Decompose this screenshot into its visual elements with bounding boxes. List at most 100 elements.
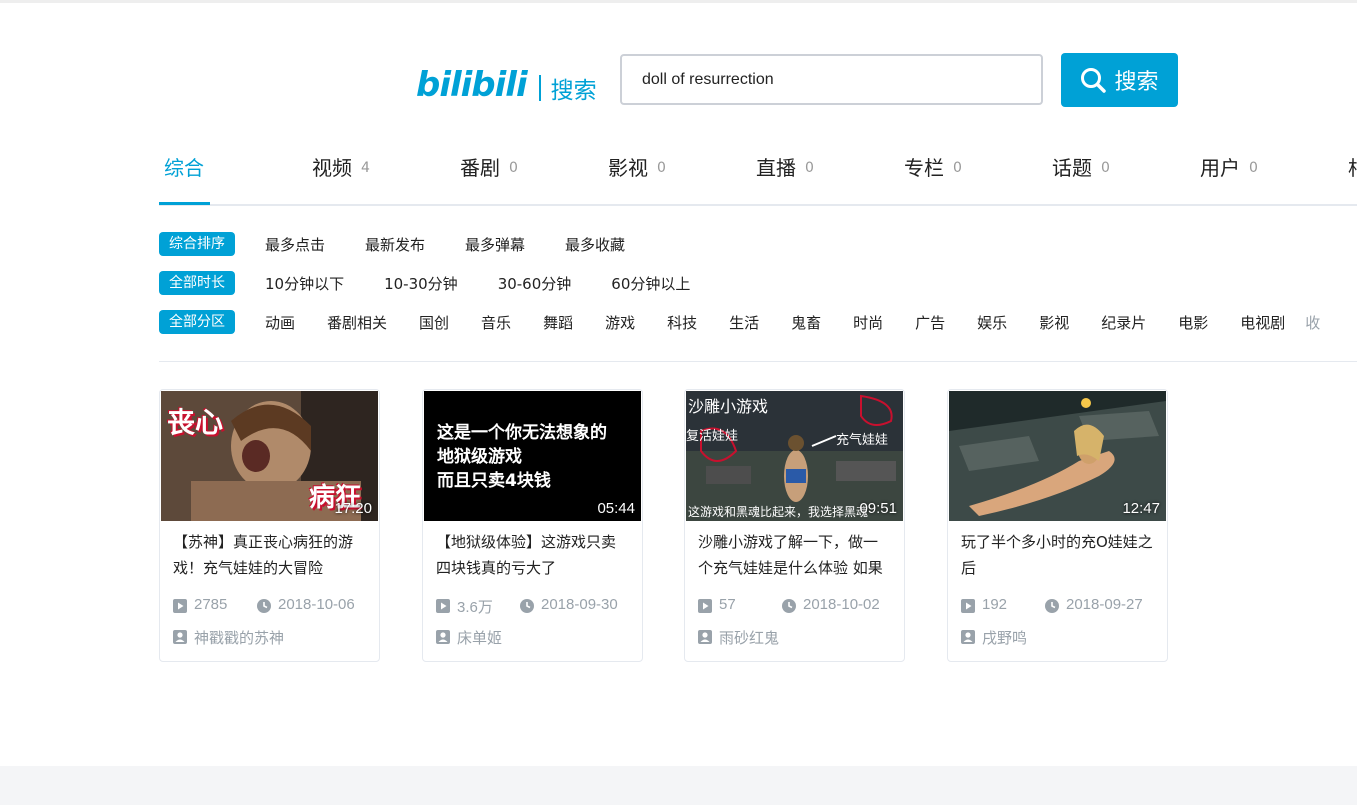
thumbnail-caption: 复活娃娃 [686, 429, 739, 444]
top-border [0, 0, 1357, 3]
tab-label: 综合 [164, 156, 204, 180]
video-title[interactable]: 沙雕小游戏了解一下，做一个充气娃娃是什么体验 如果 [698, 529, 891, 581]
zone-option[interactable]: 舞蹈 [543, 312, 573, 333]
zone-filter-row: 全部分区 动画 番剧相关 国创 音乐 舞蹈 游戏 科技 生活 鬼畜 时尚 广告 … [159, 310, 1357, 334]
tab-album[interactable]: 相 [1348, 152, 1357, 206]
video-duration: 17:20 [334, 500, 372, 517]
tab-live[interactable]: 直播 0 [756, 152, 814, 206]
tab-count: 0 [953, 160, 962, 176]
video-title[interactable]: 【地狱级体验】这游戏只卖四块钱真的亏大了 [436, 529, 629, 581]
tab-video[interactable]: 视频 4 [312, 152, 370, 206]
zone-option[interactable]: 电影 [1178, 312, 1208, 333]
sort-filter-row: 综合排序 最多点击 最新发布 最多弹幕 最多收藏 [159, 232, 625, 256]
search-button[interactable]: 搜索 [1061, 53, 1178, 107]
zone-option[interactable]: 科技 [667, 312, 697, 333]
tab-all[interactable]: 综合 [164, 152, 204, 206]
play-count-icon [698, 599, 712, 613]
uploader-name: 戌野鸣 [982, 629, 1028, 647]
search-button-label: 搜索 [1114, 70, 1159, 95]
tab-user[interactable]: 用户 0 [1200, 152, 1258, 206]
video-title[interactable]: 【苏神】真正丧心病狂的游戏！充气娃娃的大冒险 [173, 529, 366, 581]
uploader[interactable]: 床单姬 [436, 627, 636, 647]
tab-label: 话题 [1052, 156, 1092, 180]
zone-option[interactable]: 动画 [265, 312, 295, 333]
zone-option[interactable]: 鬼畜 [791, 312, 821, 333]
video-card[interactable]: 沙雕小游戏 复活娃娃 充气娃娃 这游戏和黑魂比起来，我选择黑魂 09:51 沙雕… [684, 389, 905, 662]
logo-wordmark: bilibili [416, 65, 528, 105]
sort-option[interactable]: 最多弹幕 [465, 234, 525, 255]
tab-topic[interactable]: 话题 0 [1052, 152, 1110, 206]
play-count: 192 [982, 596, 1008, 613]
upload-date: 2018-10-06 [278, 596, 355, 613]
tab-count: 0 [1249, 160, 1258, 176]
result-tabs: 综合 视频 4 番剧 0 影视 0 直播 0 专栏 0 话题 0 用户 0 相 [159, 140, 1357, 206]
video-card[interactable]: 这是一个你无法想象的 地狱级游戏 而且只卖4块钱 05:44 【地狱级体验】这游… [422, 389, 643, 662]
duration-option[interactable]: 30-60分钟 [498, 273, 572, 294]
tab-article[interactable]: 专栏 0 [904, 152, 962, 206]
play-count-icon [173, 599, 187, 613]
thumbnail-caption: 沙雕小游戏 [688, 397, 769, 416]
video-meta: 3.6万 2018-09-30 [436, 596, 636, 616]
zone-option[interactable]: 影视 [1039, 312, 1069, 333]
zone-option[interactable]: 音乐 [481, 312, 511, 333]
logo-subtitle: 搜索 [550, 78, 597, 104]
tab-film-tv[interactable]: 影视 0 [608, 152, 666, 206]
uploader-name: 雨砂红鬼 [719, 629, 780, 647]
sort-option[interactable]: 最新发布 [365, 234, 425, 255]
tab-label: 视频 [312, 156, 352, 180]
play-count: 57 [719, 596, 736, 613]
zone-option[interactable]: 时尚 [853, 312, 883, 333]
clock-icon [257, 599, 271, 613]
duration-option[interactable]: 10-30分钟 [384, 273, 458, 294]
upload-date: 2018-09-27 [1066, 596, 1143, 613]
zone-option[interactable]: 游戏 [605, 312, 635, 333]
zone-chip-all[interactable]: 全部分区 [159, 310, 235, 334]
zone-option[interactable]: 纪录片 [1101, 312, 1146, 333]
zone-option[interactable]: 国创 [419, 312, 449, 333]
video-card[interactable]: 丧心 病狂 17:20 【苏神】真正丧心病狂的游戏！充气娃娃的大冒险 2785 … [159, 389, 380, 662]
search-box[interactable] [620, 54, 1043, 105]
tab-label: 相 [1348, 152, 1357, 184]
zone-option[interactable]: 娱乐 [977, 312, 1007, 333]
thumbnail-caption: 地狱级游戏 [437, 447, 522, 467]
page-footer [0, 766, 1357, 805]
video-duration: 09:51 [859, 500, 897, 517]
tab-count: 0 [805, 160, 814, 176]
zone-collapse-toggle[interactable]: 收 [1305, 312, 1320, 333]
sort-chip-default[interactable]: 综合排序 [159, 232, 235, 256]
zone-option[interactable]: 番剧相关 [327, 312, 387, 333]
search-input[interactable] [622, 56, 1041, 103]
video-card[interactable]: 12:47 玩了半个多小时的充O娃娃之后 192 2018-09-27 戌野鸣 [947, 389, 1168, 662]
uploader[interactable]: 戌野鸣 [961, 627, 1161, 647]
duration-option[interactable]: 60分钟以上 [611, 273, 690, 294]
video-thumbnail[interactable]: 12:47 [949, 391, 1166, 521]
duration-chip-all[interactable]: 全部时长 [159, 271, 235, 295]
tab-bangumi[interactable]: 番剧 0 [460, 152, 518, 206]
clock-icon [1045, 599, 1059, 613]
sort-option[interactable]: 最多收藏 [565, 234, 625, 255]
user-icon [698, 630, 712, 644]
clock-icon [520, 599, 534, 613]
video-thumbnail[interactable]: 这是一个你无法想象的 地狱级游戏 而且只卖4块钱 05:44 [424, 391, 641, 521]
sort-option[interactable]: 最多点击 [265, 234, 325, 255]
duration-option[interactable]: 10分钟以下 [265, 273, 344, 294]
uploader[interactable]: 雨砂红鬼 [698, 627, 898, 647]
video-meta: 2785 2018-10-06 [173, 596, 373, 616]
thumbnail-caption: 丧心 [167, 406, 224, 439]
tab-count: 4 [361, 160, 370, 176]
uploader[interactable]: 神戳戳的苏神 [173, 627, 373, 647]
duration-filter-row: 全部时长 10分钟以下 10-30分钟 30-60分钟 60分钟以上 [159, 271, 690, 295]
clock-icon [782, 599, 796, 613]
video-title[interactable]: 玩了半个多小时的充O娃娃之后 [961, 529, 1154, 581]
zone-option[interactable]: 生活 [729, 312, 759, 333]
bilibili-logo[interactable]: bilibili 搜索 [416, 60, 597, 110]
video-thumbnail[interactable]: 丧心 病狂 17:20 [161, 391, 378, 521]
video-duration: 12:47 [1122, 500, 1160, 517]
zone-option[interactable]: 广告 [915, 312, 945, 333]
zone-option[interactable]: 电视剧 [1240, 312, 1285, 333]
tab-label: 专栏 [904, 156, 944, 180]
active-tab-indicator [159, 202, 210, 205]
tab-label: 番剧 [460, 156, 500, 180]
video-thumbnail[interactable]: 沙雕小游戏 复活娃娃 充气娃娃 这游戏和黑魂比起来，我选择黑魂 09:51 [686, 391, 903, 521]
play-count: 2785 [194, 596, 228, 613]
